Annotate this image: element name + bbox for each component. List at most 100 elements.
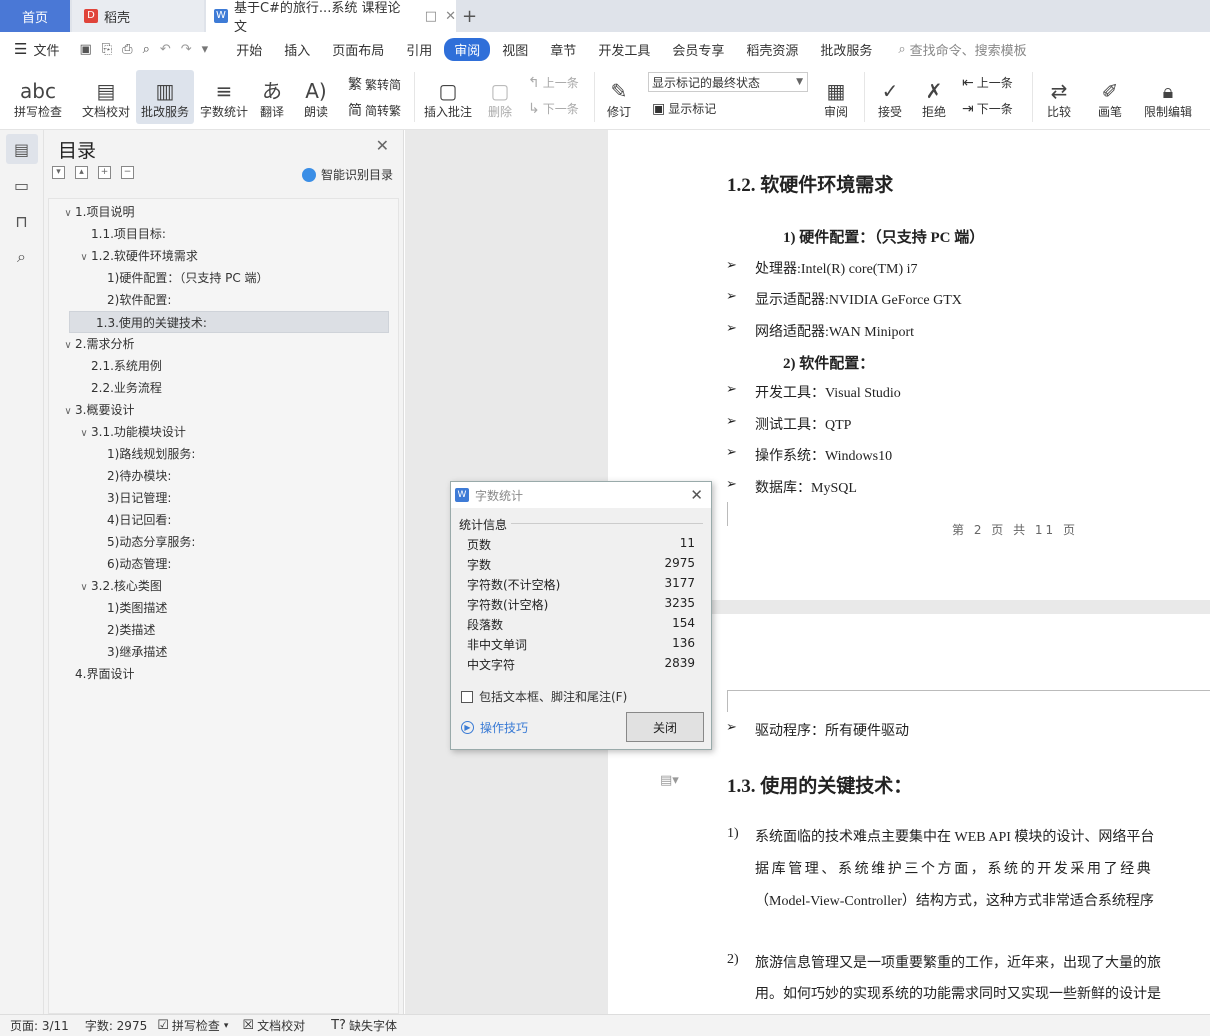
menu-item[interactable]: 页面布局 [322, 38, 394, 61]
toc-item[interactable]: ∨ 3.概要设计 [49, 399, 398, 421]
tab-home[interactable]: 首页 [0, 0, 70, 32]
hamburger-icon[interactable]: ☰ [14, 40, 27, 58]
save-icon[interactable]: ▣ [79, 42, 91, 57]
toc-item[interactable]: 1.3.使用的关键技术: [69, 311, 389, 333]
toc-item[interactable]: 5)动态分享服务: [49, 531, 398, 553]
missing-font-button[interactable]: T? 缺失字体 [331, 1017, 397, 1034]
next-comment-button[interactable]: ↳ 下一条 [528, 100, 579, 117]
markup-state-select[interactable]: 显示标记的最终状态 ▼ [648, 72, 808, 92]
trad-to-simp-button[interactable]: 繁繁转简 [348, 74, 401, 94]
toc-item[interactable]: 6)动态管理: [49, 553, 398, 575]
simp-to-trad-button[interactable]: 简简转繁 [348, 100, 401, 120]
tab-close-icon[interactable]: ✕ [445, 9, 456, 24]
new-tab-button[interactable]: + [462, 0, 482, 32]
close-button[interactable]: 关闭 [626, 712, 704, 742]
close-icon[interactable]: ✕ [376, 136, 389, 155]
toc-item[interactable]: 2)软件配置: [49, 289, 398, 311]
expand-all-icon[interactable]: ▴ [75, 166, 88, 179]
show-markup-button[interactable]: ▣ 显示标记 [652, 100, 716, 117]
export-icon[interactable]: ⎘ [102, 42, 112, 57]
menu-item[interactable]: 开发工具 [588, 38, 660, 61]
read-aloud-button[interactable]: A) 朗读 [298, 70, 334, 124]
revise-button[interactable]: ✎ 修订 [600, 70, 638, 124]
toc-item[interactable]: 4.界面设计 [49, 663, 398, 685]
chevron-down-icon[interactable]: ∨ [77, 247, 91, 269]
toc-item[interactable]: ∨ 1.2.软硬件环境需求 [49, 245, 398, 267]
prev-comment-button[interactable]: ↰ 上一条 [528, 74, 579, 91]
toc-item[interactable]: 3)继承描述 [49, 641, 398, 663]
menu-file[interactable]: 文件 [33, 40, 59, 59]
tab-document[interactable]: W 基于C#的旅行...系统 课程论文 □ ✕ [206, 0, 456, 35]
toc-item[interactable]: ∨ 1.项目说明 [49, 201, 398, 223]
remove-heading-icon[interactable]: − [121, 166, 134, 179]
compare-button[interactable]: ⇄ 比较 [1038, 70, 1080, 124]
spell-check-button[interactable]: abc 拼写检查 [10, 70, 66, 124]
menu-item[interactable]: 引用 [396, 38, 442, 61]
status-spell-button[interactable]: ☑ 拼写检查 ▾ [157, 1017, 228, 1034]
delete-comment-button[interactable]: ▢ 删除 [480, 70, 520, 124]
word-count-button[interactable]: ≡ 字数统计 [196, 70, 252, 124]
restrict-edit-button[interactable]: 🔒︎ 限制编辑 [1138, 70, 1198, 124]
menu-item[interactable]: 批改服务 [810, 38, 882, 61]
toc-panel-icon[interactable]: ▤ [5, 134, 38, 164]
chevron-down-icon[interactable]: ∨ [61, 401, 75, 423]
chevron-down-icon[interactable]: ∨ [61, 335, 75, 357]
menu-item[interactable]: 审阅 [444, 37, 491, 61]
tips-link[interactable]: ▶ 操作技巧 [461, 719, 528, 736]
toc-item[interactable]: 2)待办模块: [49, 465, 398, 487]
reject-button[interactable]: ✗ 拒绝 [914, 70, 954, 124]
status-doccheck-button[interactable]: ☒ 文档校对 [242, 1017, 305, 1034]
toc-item[interactable]: 1)硬件配置：（只支持 PC 端） [49, 267, 398, 289]
toc-item[interactable]: 2.1.系统用例 [49, 355, 398, 377]
toc-item[interactable]: 4)日记回看: [49, 509, 398, 531]
doc-check-button[interactable]: ▤ 文档校对 [78, 70, 134, 124]
toc-item[interactable]: 1)路线规划服务: [49, 443, 398, 465]
menu-item[interactable]: 插入 [274, 38, 320, 61]
chevron-down-icon[interactable]: ∨ [77, 423, 91, 445]
toc-item[interactable]: ∨ 3.1.功能模块设计 [49, 421, 398, 443]
accept-button[interactable]: ✓ 接受 [870, 70, 910, 124]
collapse-all-icon[interactable]: ▾ [52, 166, 65, 179]
menu-item[interactable]: 开始 [226, 38, 272, 61]
paragraph-handle-icon[interactable]: ▤▾ [660, 773, 679, 788]
chevron-down-icon[interactable]: ∨ [77, 577, 91, 599]
menu-item[interactable]: 会员专享 [662, 38, 734, 61]
checkbox-box[interactable] [461, 690, 473, 703]
dialog-titlebar[interactable]: W 字数统计 [451, 482, 711, 508]
add-heading-icon[interactable]: + [98, 166, 111, 179]
next-change-button[interactable]: ⇥ 下一条 [962, 100, 1013, 117]
menu-item[interactable]: 视图 [492, 38, 538, 61]
toc-item[interactable]: 1.1.项目目标: [49, 223, 398, 245]
review-service-button[interactable]: ▥ 批改服务 [136, 70, 194, 124]
undo-icon[interactable]: ↶ [160, 42, 171, 57]
menu-item[interactable]: 章节 [540, 38, 586, 61]
tab-daoke[interactable]: D 稻壳 [72, 0, 204, 32]
chevron-down-icon[interactable]: ∨ [61, 203, 75, 225]
toc-item[interactable]: ∨ 2.需求分析 [49, 333, 398, 355]
bookmark-icon[interactable]: ⊓ [6, 206, 38, 236]
search-icon[interactable]: ⌕ [6, 242, 38, 272]
word-count-indicator[interactable]: 字数: 2975 [85, 1017, 147, 1034]
smart-toc-button[interactable]: 智能识别目录 [301, 166, 393, 183]
command-search[interactable]: 查找命令、搜索模板 [910, 40, 1027, 59]
reviewer-button[interactable]: ▦ 审阅 [816, 70, 856, 124]
toc-item[interactable]: 2.2.业务流程 [49, 377, 398, 399]
translate-button[interactable]: あ翻译 [254, 70, 290, 124]
more-icon[interactable]: ▾ [202, 42, 209, 57]
toc-item[interactable]: 3)日记管理: [49, 487, 398, 509]
toc-item[interactable]: 2)类描述 [49, 619, 398, 641]
toc-item[interactable]: ∨ 3.2.核心类图 [49, 575, 398, 597]
prev-change-button[interactable]: ⇤ 上一条 [962, 74, 1013, 91]
print-icon[interactable]: ⎙ [122, 42, 132, 57]
tab-pin-icon[interactable]: □ [425, 9, 437, 24]
close-icon[interactable]: ✕ [690, 486, 703, 504]
menu-item[interactable]: 稻壳资源 [736, 38, 808, 61]
page-indicator[interactable]: 页面: 3/11 [10, 1017, 69, 1034]
include-textbox-checkbox[interactable]: 包括文本框、脚注和尾注(F) [461, 688, 627, 705]
redo-icon[interactable]: ↷ [181, 42, 192, 57]
chapter-nav-icon[interactable]: ▭ [6, 170, 38, 200]
pen-button[interactable]: ✐ 画笔 [1092, 70, 1128, 124]
insert-comment-button[interactable]: ▢ 插入批注 [420, 70, 476, 124]
preview-icon[interactable]: ⌕ [143, 42, 150, 57]
toc-item[interactable]: 1)类图描述 [49, 597, 398, 619]
